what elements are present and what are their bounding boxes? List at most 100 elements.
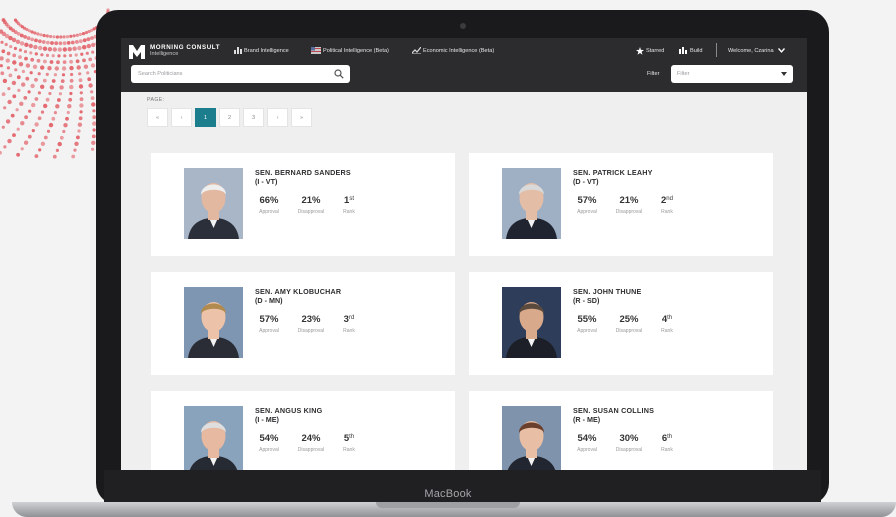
decorative-dot (15, 39, 21, 44)
decorative-dot (28, 43, 33, 49)
nav-starred[interactable]: Starred (636, 46, 664, 56)
decorative-dot (21, 82, 26, 87)
decorative-dot (1, 31, 7, 37)
decorative-dot (83, 64, 89, 69)
decorative-dot (27, 90, 31, 94)
nav-political-intelligence[interactable]: Political Intelligence (Beta) (311, 46, 389, 56)
nav-build[interactable]: Build (679, 46, 702, 56)
decorative-dot (19, 41, 25, 46)
pagination-item[interactable]: ‹ (171, 108, 192, 127)
decorative-dot (29, 71, 33, 75)
politician-card[interactable]: SEN. AMY KLOBUCHAR (D - MN) 57% Approval 23%… (151, 272, 455, 375)
rank-stat: 6th Rank (647, 433, 687, 454)
decorative-dot (56, 60, 60, 65)
decorative-dot (86, 43, 92, 49)
rank-label: Rank (661, 447, 673, 453)
rank-label: Rank (661, 328, 673, 334)
nav-starred-label: Starred (646, 48, 665, 54)
politician-photo (184, 168, 243, 239)
decorative-dot (85, 51, 89, 55)
decorative-dot (11, 37, 17, 43)
decorative-dot (24, 115, 28, 120)
decorative-dot (90, 36, 94, 40)
search-politicians-input[interactable]: Search Politicians (131, 65, 350, 83)
politician-party: (D - VT) (573, 177, 599, 186)
pagination-item[interactable]: « (147, 108, 168, 127)
pagination-item[interactable]: 2 (219, 108, 240, 127)
decorative-dot (20, 147, 24, 151)
decorative-dot (48, 91, 52, 96)
decorative-dot (62, 129, 66, 134)
device-label: MacBook (424, 488, 472, 500)
decorative-dot (91, 140, 96, 145)
politician-name[interactable]: SEN. AMY KLOBUCHAR (255, 287, 341, 296)
decorative-dot (70, 40, 75, 45)
decorative-dot (33, 44, 38, 50)
decorative-dot (47, 66, 52, 71)
politician-card[interactable]: SEN. PATRICK LEAHY (D - VT) 57% Approval 21%… (469, 153, 773, 256)
rank-stat: 5th Rank (329, 433, 369, 454)
pagination-item[interactable]: » (291, 108, 312, 127)
decorative-dot (90, 90, 94, 94)
pagination-item[interactable]: 1 (195, 108, 216, 127)
politician-name[interactable]: SEN. BERNARD SANDERS (255, 168, 351, 177)
user-menu[interactable]: Welcome, Czarina (728, 46, 787, 56)
decorative-dot (79, 110, 83, 114)
decorative-dot (34, 154, 39, 159)
decorative-dot (11, 28, 16, 33)
rank-suffix: nd (666, 196, 673, 202)
politician-card[interactable]: SEN. ANGUS KING (I - ME) 54% Approval 24% Dis… (151, 391, 455, 470)
decorative-dot (18, 55, 22, 59)
politician-name[interactable]: SEN. SUSAN COLLINS (573, 406, 654, 415)
decorative-dot (33, 31, 37, 35)
decorative-dot (52, 35, 56, 39)
politician-name[interactable]: SEN. JOHN THUNE (573, 287, 642, 296)
decorative-dot (55, 148, 60, 152)
politician-photo (184, 406, 243, 470)
decorative-dot (34, 122, 39, 127)
decorative-dot (45, 97, 50, 102)
decorative-dot (42, 46, 48, 51)
decorative-dot (37, 116, 42, 121)
filter-select[interactable]: Filter (671, 65, 793, 83)
decorative-dot (50, 41, 54, 45)
decorative-dot (9, 45, 13, 49)
politician-name[interactable]: SEN. ANGUS KING (255, 406, 322, 415)
decorative-dot (69, 78, 74, 83)
politician-card[interactable]: SEN. BERNARD SANDERS (I - VT) 66% Approval 2… (151, 153, 455, 256)
filter-label: Filter (647, 71, 660, 77)
decorative-dot (75, 40, 79, 44)
decorative-dot (82, 38, 87, 43)
rank-stat: 4th Rank (647, 314, 687, 335)
decorative-dot (28, 109, 32, 113)
decorative-dot (54, 66, 59, 71)
decorative-dot (91, 102, 96, 107)
nav-build-label: Build (690, 48, 703, 54)
decorative-dot (36, 32, 40, 36)
decorative-dot (37, 91, 42, 95)
nav-brand-intelligence[interactable]: Brand Intelligence (234, 46, 289, 56)
decorative-dot (65, 116, 69, 121)
decorative-dot (69, 65, 74, 71)
search-icon[interactable] (334, 69, 344, 79)
pagination-item[interactable]: 3 (243, 108, 264, 127)
decorative-dot (63, 123, 68, 128)
decorative-dot (42, 78, 47, 83)
politician-card[interactable]: SEN. JOHN THUNE (R - SD) 55% Approval 25% Dis… (469, 272, 773, 375)
decorative-dot (19, 33, 24, 38)
pagination-item[interactable]: › (267, 108, 288, 127)
top-navbar: MORNING CONSULT Intelligence Brand Intel… (121, 38, 807, 92)
decorative-dot (87, 29, 91, 34)
decorative-dot (77, 129, 81, 133)
decorative-dot (66, 110, 70, 115)
decorative-dot (78, 116, 83, 121)
decorative-dot (16, 22, 21, 26)
nav-economic-intelligence[interactable]: Economic Intelligence (Beta) (412, 46, 494, 56)
decorative-dot (7, 99, 12, 105)
decorative-dot (47, 47, 53, 52)
politician-card[interactable]: SEN. SUSAN COLLINS (R - ME) 54% Approval 30%… (469, 391, 773, 470)
politician-name[interactable]: SEN. PATRICK LEAHY (573, 168, 653, 177)
chevron-down-icon (778, 48, 786, 53)
nav-brand-label: Brand Intelligence (244, 48, 289, 54)
decorative-dot (0, 71, 5, 76)
